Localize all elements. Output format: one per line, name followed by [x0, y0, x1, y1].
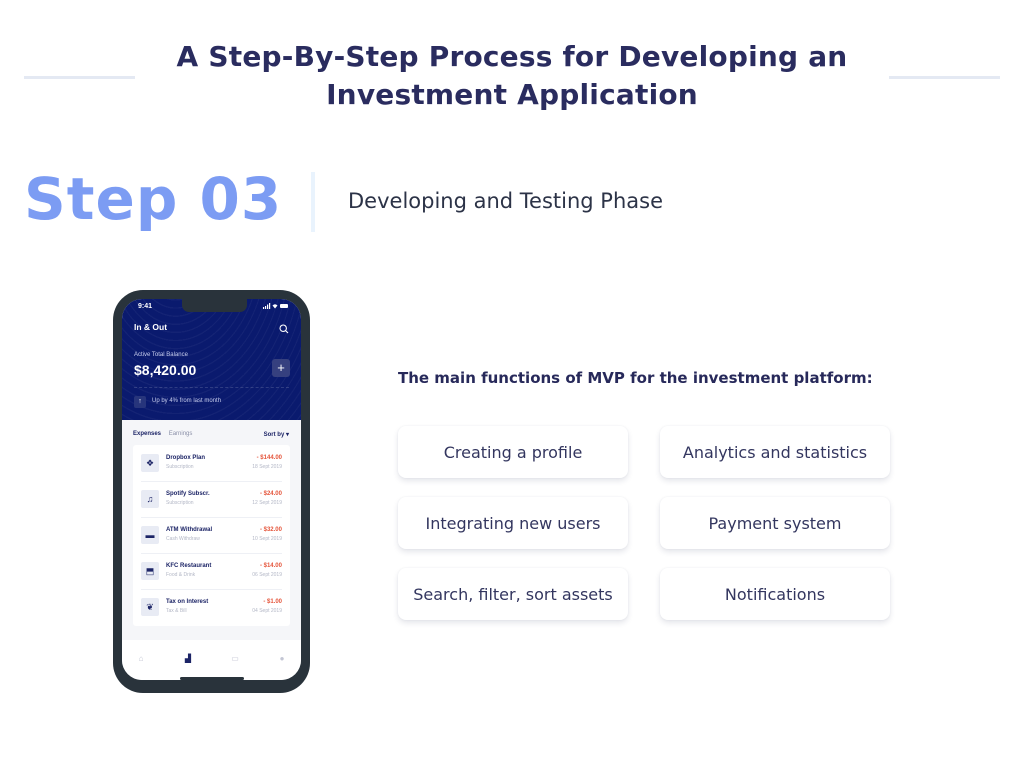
row-divider	[141, 553, 282, 554]
tab-earnings[interactable]: Earnings	[169, 431, 193, 437]
header-divider	[134, 387, 289, 388]
feature-card: Notifications	[660, 568, 890, 620]
card-icon[interactable]: ▭	[228, 654, 242, 664]
feature-card: Creating a profile	[398, 426, 628, 478]
leaf-icon: ❦	[141, 598, 159, 616]
transaction-name: KFC Restaurant	[166, 563, 212, 569]
home-indicator	[180, 677, 244, 680]
transaction-row[interactable]: ▬ ATM Withdrawal Cash Withdraw - $32.00 …	[133, 517, 290, 553]
trend-text: Up by 4% from last month	[152, 398, 222, 404]
decorative-line-right	[889, 76, 1000, 79]
feature-card: Search, filter, sort assets	[398, 568, 628, 620]
bottom-nav: ⌂ ▟ ▭ ●	[122, 640, 301, 680]
music-icon: ♫	[141, 490, 159, 508]
search-icon[interactable]	[279, 321, 289, 334]
tab-expenses[interactable]: Expenses	[133, 431, 161, 437]
arrow-up-icon: ↑	[134, 396, 146, 408]
phone-screen: 9:41 In & Out Active Total Balance $8,42…	[122, 299, 301, 680]
feature-card: Integrating new users	[398, 497, 628, 549]
transaction-category: Subscription	[166, 500, 194, 506]
page-title: A Step-By-Step Process for Developing an…	[176, 40, 848, 111]
step-divider	[311, 172, 315, 232]
transaction-date: 04 Sept 2019	[252, 608, 282, 614]
status-time: 9:41	[138, 303, 153, 310]
transaction-name: Tax on Interest	[166, 599, 209, 605]
transaction-row[interactable]: ⬒ KFC Restaurant Food & Drink - $14.00 0…	[133, 553, 290, 589]
food-icon: ⬒	[141, 562, 159, 580]
phone-mockup: 9:41 In & Out Active Total Balance $8,42…	[113, 290, 310, 693]
transaction-amount: - $24.00	[259, 491, 282, 497]
transaction-category: Tax & Bill	[166, 608, 187, 614]
wallet-icon: ▬	[141, 526, 159, 544]
transaction-name: Dropbox Plan	[166, 455, 206, 461]
signal-wifi-battery-icon	[263, 303, 288, 309]
transaction-list: ❖ Dropbox Plan Subscription - $144.00 18…	[133, 445, 290, 626]
transaction-amount: - $144.00	[256, 455, 282, 461]
profile-icon[interactable]: ●	[275, 654, 289, 664]
mvp-heading: The main functions of MVP for the invest…	[398, 369, 873, 387]
expense-tabs: Expenses Earnings	[133, 431, 192, 437]
home-icon[interactable]: ⌂	[134, 654, 148, 664]
transaction-row[interactable]: ❦ Tax on Interest Tax & Bill - $1.00 04 …	[133, 589, 290, 625]
transaction-category: Subscription	[166, 464, 194, 470]
row-divider	[141, 481, 282, 482]
stats-icon[interactable]: ▟	[181, 654, 195, 664]
step-subtitle: Developing and Testing Phase	[348, 189, 663, 213]
transaction-name: ATM Withdrawal	[166, 527, 213, 533]
balance-label: Active Total Balance	[134, 352, 188, 358]
transaction-date: 06 Sept 2019	[252, 572, 282, 578]
balance-header: 9:41 In & Out Active Total Balance $8,42…	[122, 299, 301, 420]
app-title: In & Out	[134, 322, 168, 332]
sort-by-dropdown[interactable]: Sort by ▾	[264, 431, 289, 438]
transaction-category: Cash Withdraw	[166, 536, 200, 542]
transaction-date: 10 Sept 2019	[252, 536, 282, 542]
status-icons	[263, 303, 289, 311]
transaction-row[interactable]: ❖ Dropbox Plan Subscription - $144.00 18…	[133, 445, 290, 481]
transaction-row[interactable]: ♫ Spotify Subscr. Subscription - $24.00 …	[133, 481, 290, 517]
feature-card: Analytics and statistics	[660, 426, 890, 478]
transaction-amount: - $14.00	[259, 563, 282, 569]
transaction-date: 18 Sept 2019	[252, 464, 282, 470]
step-number: Step 03	[24, 165, 283, 233]
transaction-amount: - $1.00	[263, 599, 282, 605]
transaction-category: Food & Drink	[166, 572, 196, 578]
phone-notch	[182, 299, 247, 312]
balance-value: $8,420.00	[134, 362, 197, 378]
add-button[interactable]: +	[272, 359, 290, 377]
dropbox-icon: ❖	[141, 454, 159, 472]
transaction-amount: - $32.00	[259, 527, 282, 533]
feature-card: Payment system	[660, 497, 890, 549]
row-divider	[141, 589, 282, 590]
row-divider	[141, 517, 282, 518]
transaction-date: 12 Sept 2019	[252, 500, 282, 506]
decorative-line-left	[24, 76, 135, 79]
transaction-name: Spotify Subscr.	[166, 491, 210, 497]
